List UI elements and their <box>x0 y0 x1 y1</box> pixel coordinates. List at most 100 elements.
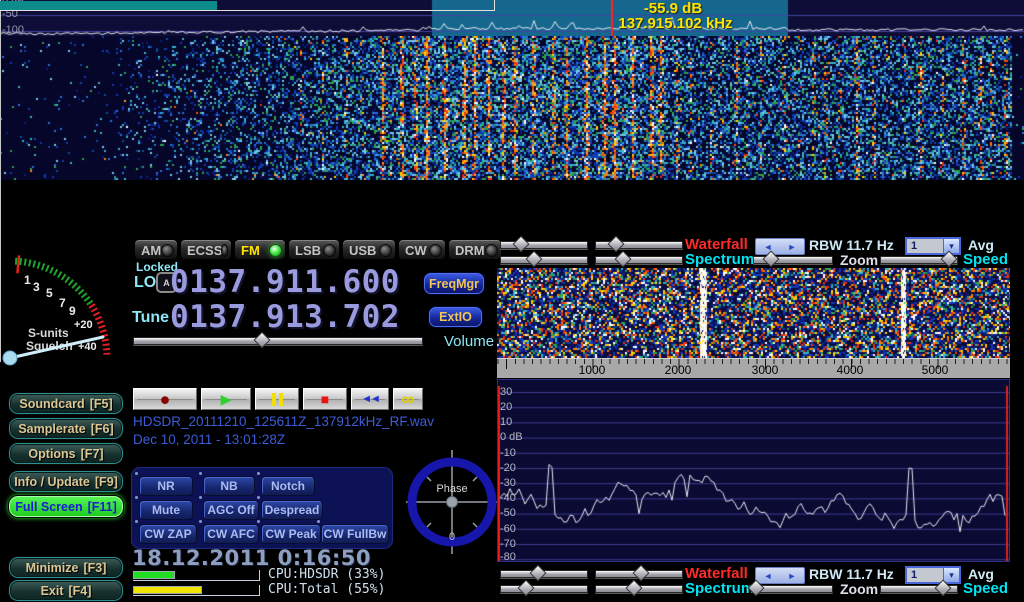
options-button[interactable]: Options[F7] <box>8 442 124 465</box>
audio-spectrum[interactable] <box>498 380 1009 561</box>
audio-db-label: -80 <box>500 551 516 563</box>
tune-frequency-display[interactable]: 0137.913.702 <box>170 299 400 335</box>
mode-button-cw[interactable]: CW <box>398 239 446 261</box>
mode-button-drm[interactable]: DRM <box>448 239 502 261</box>
chevron-down-icon[interactable]: ▾ <box>943 568 959 582</box>
mode-label: AM <box>141 243 161 258</box>
spectrum-range-slider[interactable] <box>595 582 683 594</box>
menu-label: Exit <box>41 584 64 598</box>
pause-icon <box>272 393 283 406</box>
menu-fkey: [F6] <box>91 422 114 436</box>
mode-led-icon <box>222 245 227 256</box>
menu-fkey: [F9] <box>95 475 118 489</box>
waterfall-contrast-slider[interactable] <box>595 238 683 250</box>
spectrum-label[interactable]: Spectrum <box>685 251 754 268</box>
cw-peak-button[interactable]: CW Peak <box>261 524 321 544</box>
spectrum-range-slider[interactable] <box>595 253 683 265</box>
audio-db-label: -60 <box>500 523 516 535</box>
spin-right-icon[interactable]: ► <box>788 242 797 252</box>
mode-label: USB <box>349 243 376 258</box>
info-update-button[interactable]: Info / Update [F9] <box>8 470 124 493</box>
samplerate-button[interactable]: Samplerate[F6] <box>8 417 124 440</box>
mode-button-am[interactable]: AM <box>134 239 178 261</box>
s-units-label: S-units <box>28 326 69 340</box>
nr-button[interactable]: NR <box>139 476 193 496</box>
freqmgr-button[interactable]: FreqMgr <box>424 273 484 294</box>
speed-slider[interactable] <box>880 253 958 265</box>
slider-thumb[interactable] <box>253 332 270 349</box>
cw-zap-button[interactable]: CW ZAP <box>139 524 197 544</box>
cw-fullbw-button[interactable]: CW FullBw <box>321 524 389 544</box>
record-button[interactable]: ● <box>133 388 197 410</box>
cpu-hdsdr-readout: CPU:HDSDR (33%) <box>268 567 385 582</box>
mode-led-icon <box>162 245 173 256</box>
mode-button-row: AM ECSS FM LSB USB CW DRM <box>134 239 502 261</box>
waterfall-contrast-slider[interactable] <box>595 567 683 579</box>
zoom-label: Zoom <box>840 581 878 597</box>
soundcard-button[interactable]: Soundcard[F5] <box>8 392 124 415</box>
smeter-bar-track <box>0 0 495 11</box>
nb-button[interactable]: NB <box>203 476 255 496</box>
phase-indicator[interactable]: Phase 0 <box>404 450 500 554</box>
menu-label: Minimize <box>26 561 79 575</box>
spin-right-icon[interactable]: ► <box>788 571 797 581</box>
audio-freq-label: 3000 <box>740 363 790 377</box>
chevron-down-icon[interactable]: ▾ <box>943 239 959 253</box>
audio-db-label: 10 <box>500 416 512 428</box>
mode-button-lsb[interactable]: LSB <box>288 239 340 261</box>
rbw-readout: RBW 11.7 Hz <box>809 566 894 582</box>
despread-button[interactable]: Despread <box>261 500 323 520</box>
spectrum-label[interactable]: Spectrum <box>685 580 754 597</box>
record-icon: ● <box>160 391 170 408</box>
cpu-total-readout: CPU:Total (55%) <box>268 582 385 597</box>
mute-button[interactable]: Mute <box>139 500 193 520</box>
recorder-controls: ● ▶ ■ ◄◄ ∞ <box>133 388 423 410</box>
audio-frequency-ruler[interactable]: 1000 2000 3000 4000 5000 <box>497 358 1010 378</box>
recording-filename: HDSDR_20111210_125611Z_137912kHz_RF.wav <box>133 414 434 429</box>
audio-freq-label: 1000 <box>567 363 617 377</box>
speed-slider[interactable] <box>880 582 958 594</box>
mode-led-icon <box>380 245 391 256</box>
agc-button[interactable]: AGC Off <box>203 500 259 520</box>
waterfall-brightness-slider[interactable] <box>500 567 588 579</box>
menu-label: Full Screen <box>15 500 82 514</box>
cpu-bar-total-fill <box>133 586 202 594</box>
audio-waterfall[interactable] <box>497 268 1010 358</box>
audio-spectrum-panel[interactable] <box>497 379 1010 562</box>
audio-db-label: -10 <box>500 447 516 459</box>
menu-fkey: [F5] <box>90 397 113 411</box>
volume-slider[interactable] <box>133 334 423 346</box>
notch-button[interactable]: Notch <box>261 476 315 496</box>
loop-button[interactable]: ∞ <box>393 388 423 410</box>
mode-button-fm[interactable]: FM <box>234 239 286 261</box>
waterfall-brightness-slider[interactable] <box>500 238 588 250</box>
mode-button-ecss[interactable]: ECSS <box>180 239 232 261</box>
spin-left-icon[interactable]: ◄ <box>764 571 773 581</box>
stop-button[interactable]: ■ <box>303 388 347 410</box>
minimize-button[interactable]: Minimize[F3] <box>8 556 124 579</box>
mode-led-icon <box>324 245 335 256</box>
s-meter-scale-label: +20 <box>74 319 93 331</box>
mode-label: CW <box>405 243 427 258</box>
recording-timestamp: Dec 10, 2011 - 13:01:28Z <box>133 432 285 447</box>
audio-display-controls-top: Waterfall ◄ ► RBW 11.7 Hz 1 ▾ Avg Spectr… <box>497 238 1024 268</box>
lo-frequency-display[interactable]: 0137.911.600 <box>170 264 400 300</box>
pause-button[interactable] <box>255 388 299 410</box>
mode-button-usb[interactable]: USB <box>342 239 396 261</box>
exit-button[interactable]: Exit[F4] <box>8 579 124 602</box>
zoom-slider[interactable] <box>753 253 833 265</box>
fullscreen-button[interactable]: Full Screen[F11] <box>8 495 124 518</box>
squelch-needle-pivot[interactable] <box>3 351 17 365</box>
audio-freq-label: 4000 <box>825 363 875 377</box>
audio-db-label: 30 <box>500 386 512 398</box>
zoom-slider[interactable] <box>753 582 833 594</box>
rewind-button[interactable]: ◄◄ <box>351 388 389 410</box>
play-button[interactable]: ▶ <box>201 388 251 410</box>
zoom-label: Zoom <box>840 252 878 268</box>
cw-afc-button[interactable]: CW AFC <box>203 524 259 544</box>
spectrum-offset-slider[interactable] <box>500 582 588 594</box>
extio-button[interactable]: ExtIO <box>429 307 482 327</box>
spectrum-offset-slider[interactable] <box>500 253 588 265</box>
menu-label: Info / Update <box>14 475 90 489</box>
menu-label: Options <box>28 447 75 461</box>
